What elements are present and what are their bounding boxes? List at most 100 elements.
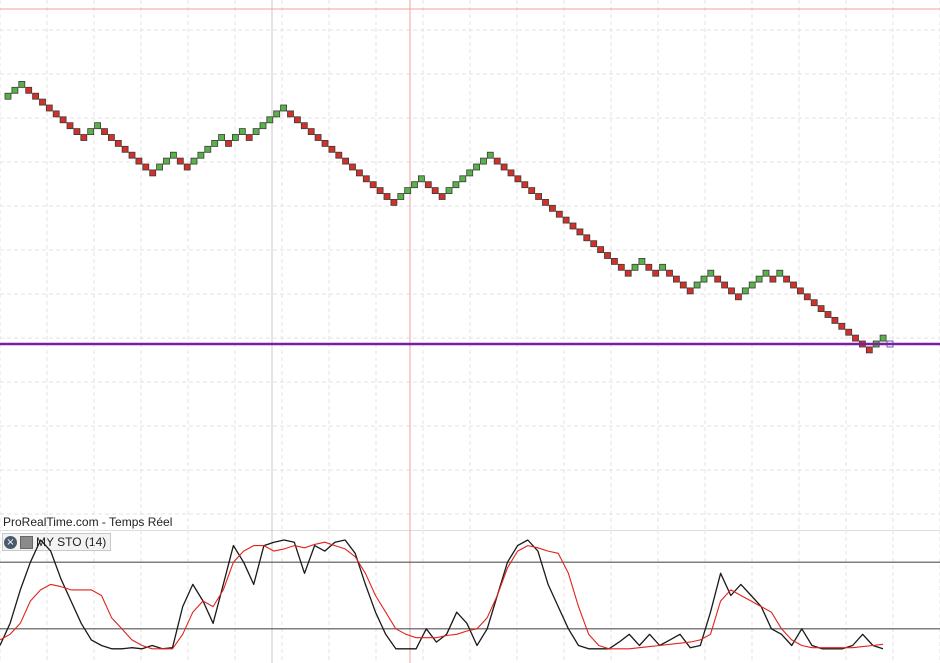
renko-brick-down [424,181,432,189]
renko-brick-down [617,263,625,271]
renko-brick-down [225,139,232,147]
renko-brick-down [307,128,315,136]
renko-brick-down [121,145,129,153]
renko-brick-down [721,281,728,289]
renko-brick-up [707,269,715,277]
renko-brick-down [300,122,308,130]
renko-brick-up [280,104,288,112]
renko-brick-down [355,169,363,177]
renko-brick-up [741,287,749,295]
renko-brick-down [514,175,522,183]
renko-brick-down [735,293,742,301]
renko-brick-down [583,234,591,242]
renko-brick-up [445,187,453,195]
renko-brick-down [390,198,398,206]
renko-brick-down [549,204,556,212]
renko-brick-up [755,275,763,283]
renko-brick-down [293,116,301,124]
renko-brick-down [376,187,384,195]
renko-brick-down [321,139,329,147]
renko-brick-up [411,181,418,189]
renko-brick-down [335,151,343,159]
renko-brick-down [438,193,446,200]
renko-brick-up [404,187,412,195]
renko-brick-down [52,110,60,118]
renko-brick-down [838,322,846,330]
renko-brick-up [748,281,756,289]
renko-brick-down [783,275,790,283]
renko-brick-up [693,281,701,289]
renko-brick-down [652,269,660,277]
renko-brick-up [473,163,481,171]
renko-brick-down [769,275,777,283]
renko-brick-down [865,346,873,354]
renko-chart-canvas [0,0,940,530]
renko-brick-down [245,134,253,141]
renko-bricks [4,81,894,354]
renko-brick-up [452,181,460,189]
renko-brick-down [493,157,501,165]
renko-brick-up [238,128,246,136]
renko-brick-down [342,157,350,165]
renko-brick-up [94,122,101,130]
renko-brick-down [797,287,804,295]
renko-brick-up [169,151,177,159]
renko-brick-down [714,275,722,283]
renko-brick-down [45,104,53,112]
renko-brick-down [183,163,191,171]
renko-brick-down [383,193,391,200]
renko-brick-down [817,305,825,313]
renko-brick-up [218,134,226,141]
renko-brick-up [273,110,281,118]
renko-brick-down [521,181,529,189]
renko-brick-down [314,134,322,141]
renko-brick-down [562,216,570,224]
renko-brick-down [25,86,33,94]
stochastic-oscillator-panel[interactable] [0,530,940,663]
renko-brick-down [528,187,536,195]
renko-brick-down [108,134,115,141]
renko-brick-up [486,151,494,159]
renko-brick-up [197,151,205,159]
renko-brick-down [66,122,74,130]
renko-brick-up [700,275,708,283]
renko-brick-down [149,169,157,177]
renko-brick-down [114,139,122,147]
renko-brick-up [631,263,639,271]
stochastic-fast-line [0,539,884,650]
renko-brick-down [101,128,108,136]
renko-brick-down [507,169,515,177]
renko-brick-down [500,163,508,171]
renko-brick-up [459,175,467,183]
renko-brick-down [135,157,143,165]
renko-brick-down [803,293,811,301]
renko-brick-up [252,128,260,136]
renko-brick-down [645,263,653,271]
renko-brick-down [176,157,184,165]
renko-brick-down [673,275,680,283]
renko-brick-down [73,128,81,136]
renko-brick-up [204,145,212,153]
renko-brick-down [59,116,67,124]
renko-brick-up [259,122,267,130]
renko-brick-up [87,128,95,136]
renko-brick-down [535,193,542,200]
renko-brick-down [679,281,687,289]
renko-brick-down [555,210,563,218]
renko-brick-down [80,134,88,141]
renko-brick-up [397,193,405,200]
renko-brick-down [32,92,39,100]
renko-brick-down [362,175,370,183]
renko-brick-down [287,110,294,118]
renko-price-chart[interactable] [0,0,940,530]
renko-brick-up [762,269,770,277]
renko-brick-up [638,257,646,265]
renko-brick-up [466,169,474,177]
renko-brick-down [810,299,818,307]
renko-brick-down [624,269,632,277]
renko-brick-down [369,181,377,189]
renko-brick-down [431,187,439,195]
oscillator-canvas [0,530,940,663]
renko-brick-down [686,287,694,295]
renko-brick-down [790,281,797,289]
